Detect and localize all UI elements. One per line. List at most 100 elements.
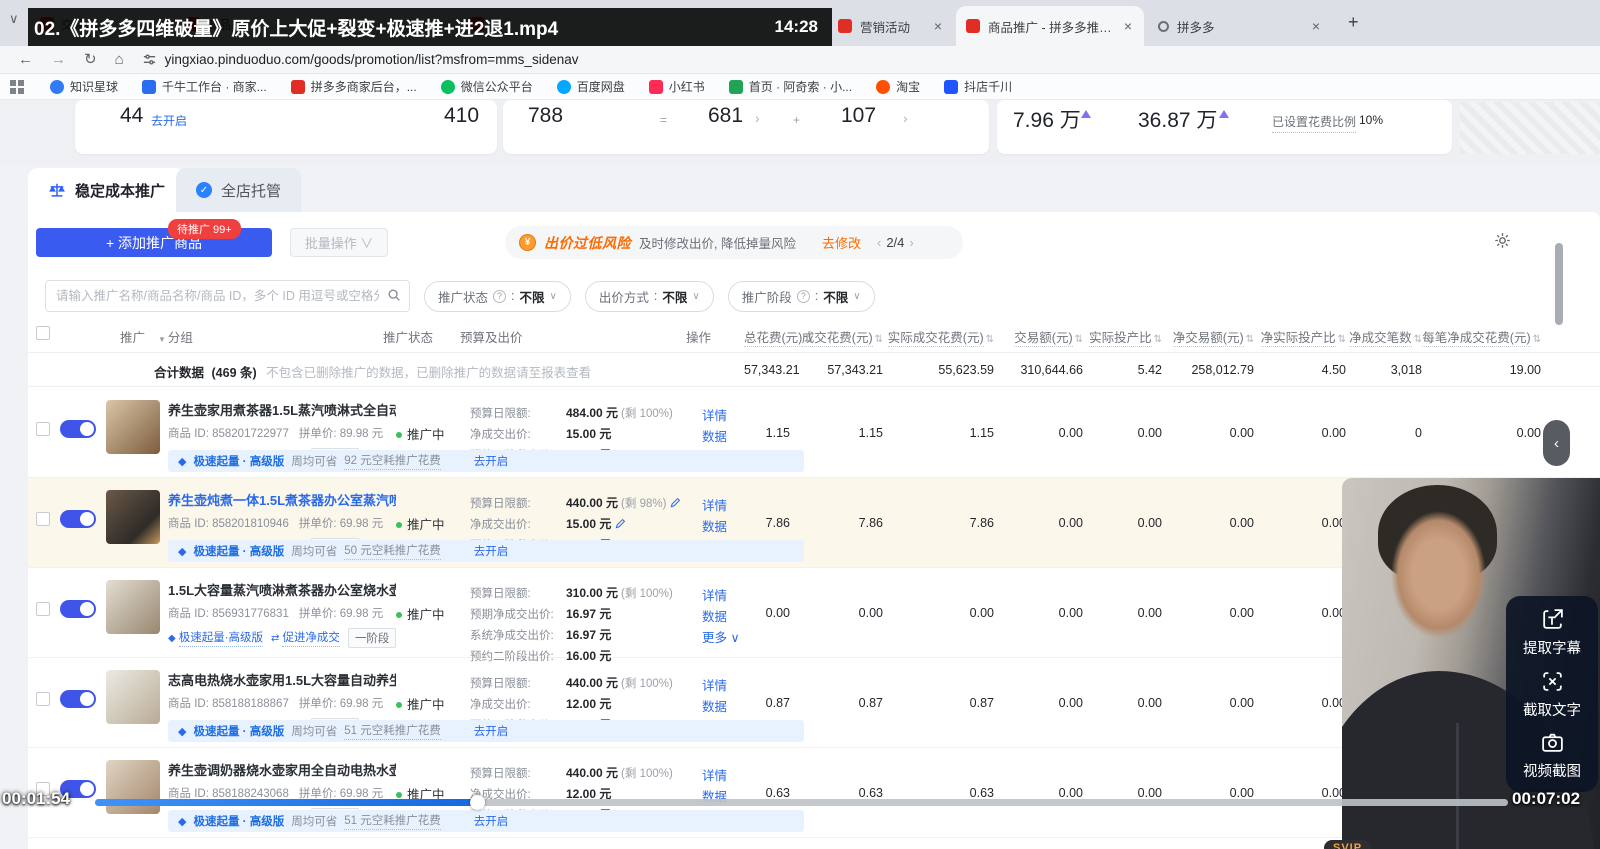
- promotion-toggle[interactable]: [60, 600, 96, 618]
- product-tag[interactable]: ⇄促进净成交: [271, 629, 340, 647]
- product-name[interactable]: 养生壶炖煮一体1.5L煮茶器办公室蒸汽喷淋式全...: [168, 490, 396, 509]
- bookmark-item[interactable]: 微信公众平台: [440, 78, 533, 95]
- row-checkbox[interactable]: [36, 602, 50, 616]
- bookmark-item[interactable]: 小红书: [648, 78, 705, 95]
- row-checkbox[interactable]: [36, 422, 50, 436]
- tab-full-store-managed[interactable]: ✓ 全店托管: [176, 168, 302, 212]
- edit-pencil-icon[interactable]: [615, 518, 626, 529]
- chevron-right-icon[interactable]: ›: [755, 110, 760, 126]
- row-action-link[interactable]: 详情: [702, 676, 744, 697]
- bookmark-item[interactable]: 拼多多商家后台，...: [290, 78, 417, 95]
- bookmark-item[interactable]: 抖店千川: [944, 78, 1012, 95]
- forward-icon[interactable]: →: [51, 52, 66, 67]
- pager-next-icon[interactable]: ›: [909, 235, 913, 250]
- stat-value-link[interactable]: 107: [841, 104, 876, 128]
- extract-subtitles-button[interactable]: 提取字幕: [1523, 607, 1581, 658]
- reload-icon[interactable]: ↻: [84, 52, 97, 67]
- tab-marketing[interactable]: 营销活动 ×: [828, 6, 954, 46]
- address-bar[interactable]: yingxiao.pinduoduo.com/goods/promotion/l…: [142, 52, 579, 67]
- product-name[interactable]: 养生壶家用煮茶器1.5L蒸汽喷淋式全自动办公室...: [168, 400, 396, 419]
- promotion-toggle[interactable]: [60, 690, 96, 708]
- capture-text-button[interactable]: 截取文字: [1523, 669, 1581, 720]
- row-action-link[interactable]: 详情: [702, 766, 744, 787]
- edit-pencil-icon[interactable]: [670, 497, 681, 508]
- product-tag[interactable]: 一阶段: [347, 628, 397, 648]
- col-group[interactable]: ▼ 分组: [156, 327, 193, 346]
- row-action-link[interactable]: 数据: [702, 517, 744, 538]
- tab-search-chevron-icon[interactable]: ∨: [9, 11, 19, 27]
- sort-icon[interactable]: ⇅: [875, 334, 883, 345]
- column-header-sortable[interactable]: 总花费(元) ⇅: [744, 327, 813, 347]
- gear-icon[interactable]: [1494, 232, 1511, 254]
- video-screenshot-button[interactable]: 视频截图: [1523, 730, 1581, 781]
- enable-boost-link[interactable]: 去开启: [474, 723, 509, 739]
- promotion-toggle[interactable]: [60, 420, 96, 438]
- tab-goods-promotion[interactable]: 商品推广 - 拼多多推广平台 ×: [956, 6, 1144, 46]
- product-name[interactable]: 志高电热烧水壶家用1.5L大容量自动养生壶恒温...: [168, 670, 396, 689]
- promotion-toggle[interactable]: [60, 510, 96, 528]
- column-header-sortable[interactable]: 实际成交花费(元) ⇅: [883, 327, 994, 347]
- sort-icon[interactable]: ⇅: [1154, 334, 1162, 345]
- site-info-icon[interactable]: [142, 52, 157, 67]
- url-text[interactable]: yingxiao.pinduoduo.com/goods/promotion/l…: [165, 52, 579, 67]
- row-checkbox[interactable]: [36, 692, 50, 706]
- row-action-link[interactable]: 数据: [702, 607, 744, 628]
- sort-icon[interactable]: ⇅: [1338, 334, 1346, 345]
- select-all-checkbox[interactable]: [36, 326, 50, 340]
- sort-icon[interactable]: ⇅: [1246, 334, 1254, 345]
- filter-promo-status[interactable]: 推广状态?: 不限 ∨: [424, 280, 571, 312]
- column-header-sortable[interactable]: 交易额(元) ⇅: [994, 327, 1083, 347]
- bookmark-item[interactable]: 首页 · 阿奇索 · 小...: [728, 78, 852, 95]
- bookmark-item[interactable]: 千牛工作台 · 商家...: [142, 78, 267, 95]
- enable-boost-link[interactable]: 去开启: [474, 813, 509, 829]
- row-action-link[interactable]: 更多 ∨: [702, 628, 744, 649]
- row-action-link[interactable]: 详情: [702, 586, 744, 607]
- new-tab-button[interactable]: +: [1348, 12, 1359, 33]
- column-header-sortable[interactable]: 净成交笔数 ⇅: [1346, 327, 1422, 347]
- search-icon[interactable]: [387, 288, 401, 307]
- tab-stable-cost-promotion[interactable]: 稳定成本推广: [28, 168, 186, 212]
- progress-bar[interactable]: [95, 795, 1508, 810]
- bookmark-item[interactable]: 淘宝: [876, 78, 920, 95]
- enable-boost-link[interactable]: 去开启: [474, 453, 509, 469]
- sort-icon[interactable]: ⇅: [1414, 334, 1422, 345]
- bookmark-item[interactable]: 百度网盘: [556, 78, 625, 95]
- row-action-link[interactable]: 数据: [702, 427, 744, 448]
- close-icon[interactable]: ×: [1122, 18, 1134, 34]
- column-header-sortable[interactable]: 每笔净成交花费(元) ⇅: [1422, 327, 1541, 347]
- sort-icon[interactable]: ⇅: [1533, 334, 1541, 345]
- filter-promo-stage[interactable]: 推广阶段?: 不限 ∨: [727, 280, 875, 312]
- sort-icon[interactable]: ⇅: [986, 334, 994, 345]
- row-checkbox[interactable]: [36, 512, 50, 526]
- home-icon[interactable]: ⌂: [115, 52, 124, 67]
- close-icon[interactable]: ×: [932, 18, 944, 34]
- progress-fill[interactable]: [95, 795, 484, 810]
- stat-value-link[interactable]: 681: [708, 104, 743, 128]
- product-tag[interactable]: ◆ 极速起量·高级版: [168, 629, 264, 647]
- filter-bid-method[interactable]: 出价方式: 不限 ∨: [584, 280, 714, 312]
- filter-funnel-icon[interactable]: ▼: [158, 335, 166, 344]
- scrollbar-thumb[interactable]: [1555, 243, 1563, 325]
- search-input[interactable]: [45, 280, 410, 312]
- close-icon[interactable]: ×: [1310, 18, 1322, 34]
- row-action-link[interactable]: 详情: [702, 496, 744, 517]
- row-action-link[interactable]: 详情: [702, 406, 744, 427]
- pager-prev-icon[interactable]: ‹: [877, 235, 881, 250]
- enable-boost-link[interactable]: 去开启: [474, 543, 509, 559]
- product-name[interactable]: 养生壶调奶器烧水壶家用全自动电热水壶恒温...: [168, 760, 396, 779]
- column-header-sortable[interactable]: 实际投产比 ⇅: [1083, 327, 1162, 347]
- enable-link[interactable]: 去开启: [151, 112, 187, 129]
- column-header-sortable[interactable]: 净实际投产比 ⇅: [1254, 327, 1346, 347]
- chevron-right-icon[interactable]: ›: [903, 110, 908, 126]
- bookmark-item[interactable]: 知识星球: [50, 78, 118, 95]
- sort-icon[interactable]: ⇅: [1075, 334, 1083, 345]
- go-fix-link[interactable]: 去修改: [822, 233, 861, 252]
- row-action-link[interactable]: 数据: [702, 697, 744, 718]
- product-name[interactable]: 1.5L大容量蒸汽喷淋煮茶器办公室烧水壶养生壶...: [168, 580, 396, 599]
- collapse-handle[interactable]: ‹: [1543, 420, 1570, 466]
- back-icon[interactable]: ←: [18, 52, 33, 67]
- tab-pinduoduo[interactable]: 拼多多 ×: [1148, 6, 1332, 46]
- batch-operation-button[interactable]: 批量操作 ∨: [290, 228, 388, 257]
- column-header-sortable[interactable]: 成交花费(元) ⇅: [790, 327, 883, 347]
- column-header-sortable[interactable]: 净交易额(元) ⇅: [1162, 327, 1254, 347]
